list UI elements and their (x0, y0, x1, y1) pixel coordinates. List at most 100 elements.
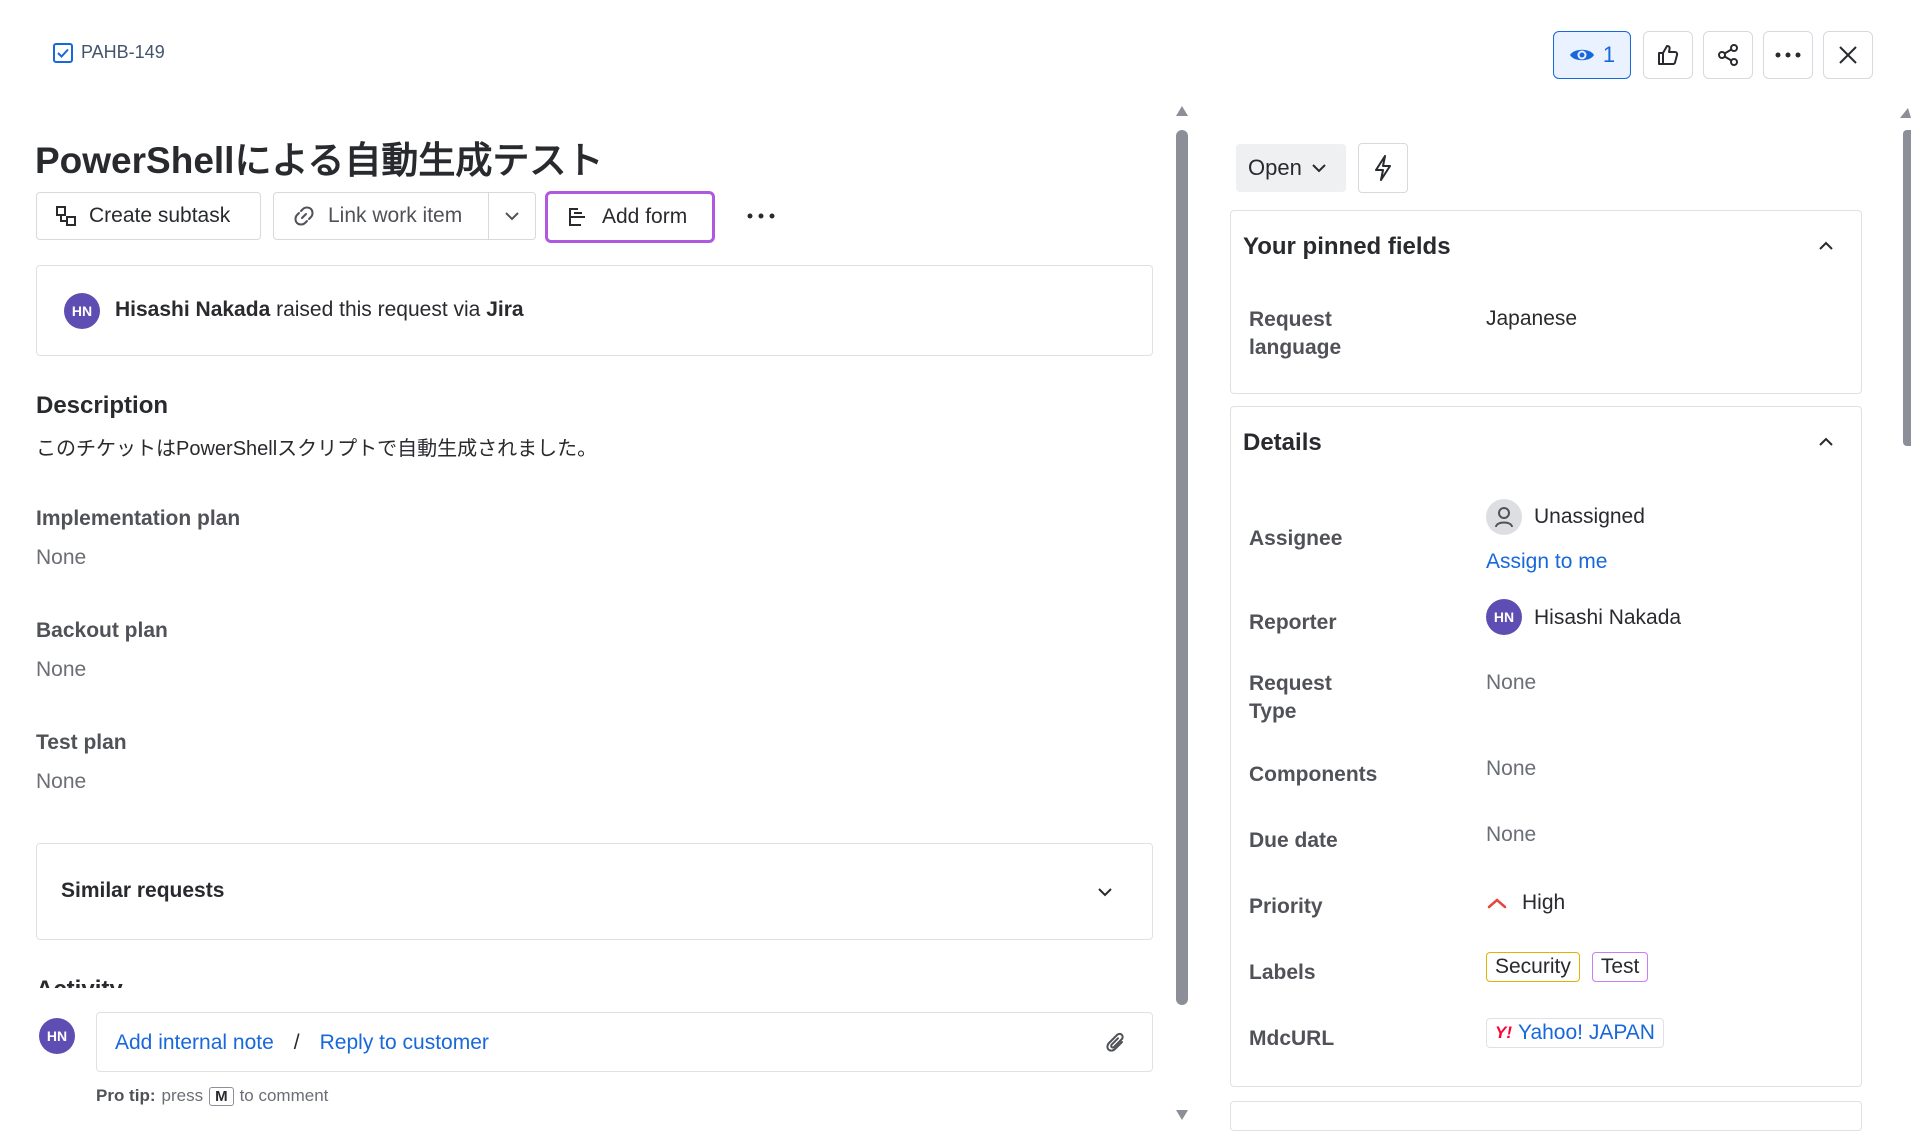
request-type-label: Request Type (1249, 670, 1332, 726)
raised-by-user[interactable]: Hisashi Nakada (115, 298, 270, 321)
mdcurl-value: Yahoo! JAPAN (1518, 1021, 1655, 1044)
due-date-value[interactable]: None (1486, 823, 1536, 847)
description-heading: Description (36, 392, 169, 419)
status-dropdown[interactable]: Open (1236, 144, 1346, 192)
request-origin-text: Hisashi Nakada raised this request via J… (115, 298, 524, 322)
priority-label: Priority (1249, 895, 1323, 918)
request-language-label: Request language (1249, 306, 1341, 362)
chevron-up-icon[interactable] (1818, 437, 1834, 447)
chevron-down-icon (1312, 163, 1326, 172)
request-type-label-line1: Request (1249, 672, 1332, 695)
request-origin-card: HN Hisashi Nakada raised this request vi… (36, 265, 1153, 356)
assignee-label: Assignee (1249, 527, 1343, 550)
raised-channel: Jira (486, 298, 524, 321)
add-form-label: Add form (602, 205, 688, 228)
activity-heading: Activity (36, 976, 123, 988)
like-button[interactable] (1643, 31, 1693, 79)
labels-field[interactable]: Security Test (1486, 952, 1649, 982)
more-actions-button[interactable] (1763, 31, 1813, 79)
comment-separator: / (293, 1031, 300, 1054)
comment-composer[interactable]: Add internal note / Reply to customer (96, 1012, 1153, 1072)
add-form-button[interactable]: Add form (545, 191, 715, 243)
label-tag[interactable]: Test (1591, 952, 1649, 982)
pro-tip-rest: to comment (239, 1086, 329, 1105)
comment-options: Add internal note / Reply to customer (115, 1031, 489, 1055)
main-scrollbar-thumb[interactable] (1176, 130, 1188, 1005)
yahoo-logo-icon: Y! (1495, 1023, 1512, 1042)
close-icon (1839, 46, 1857, 64)
avatar[interactable]: HN (64, 293, 100, 329)
due-date-label: Due date (1249, 829, 1338, 852)
backout-plan-value[interactable]: None (36, 658, 86, 682)
details-heading[interactable]: Details (1243, 429, 1322, 457)
more-icon (747, 213, 775, 219)
test-plan-value[interactable]: None (36, 770, 86, 794)
link-work-item-dropdown[interactable] (488, 192, 536, 240)
reply-to-customer-link[interactable]: Reply to customer (320, 1031, 489, 1055)
similar-requests-panel[interactable]: Similar requests (36, 843, 1153, 940)
pro-tip-bold: Pro tip: (96, 1086, 156, 1105)
attachment-icon[interactable] (1105, 1031, 1127, 1055)
issue-title[interactable]: PowerShellによる自動生成テスト (35, 130, 603, 184)
link-icon (294, 206, 314, 226)
request-language-label-line1: Request (1249, 308, 1332, 331)
similar-requests-label: Similar requests (61, 879, 225, 902)
automation-button[interactable] (1358, 143, 1408, 193)
implementation-plan-label: Implementation plan (36, 507, 241, 530)
implementation-plan-value[interactable]: None (36, 546, 86, 570)
ticket-key-link[interactable]: PAHB-149 (53, 42, 165, 63)
pro-tip-press: press (161, 1086, 204, 1105)
create-subtask-label: Create subtask (89, 204, 231, 227)
reporter-value[interactable]: Hisashi Nakada (1534, 604, 1681, 632)
components-value[interactable]: None (1486, 757, 1536, 781)
request-language-value[interactable]: Japanese (1486, 305, 1577, 333)
priority-value: High (1522, 891, 1566, 914)
eye-icon (1569, 49, 1594, 61)
lightning-icon (1375, 155, 1391, 181)
scroll-down-arrow-icon[interactable] (1176, 1110, 1188, 1120)
task-checkbox-icon (53, 42, 73, 63)
scroll-up-arrow-icon[interactable] (1900, 108, 1911, 118)
close-button[interactable] (1823, 31, 1873, 79)
request-type-label-line2: Type (1249, 700, 1297, 723)
avatar[interactable]: HN (39, 1018, 75, 1054)
chevron-down-icon (1098, 888, 1112, 897)
link-work-item-label: Link work item (328, 204, 463, 227)
link-work-item-button[interactable]: Link work item (273, 192, 489, 240)
form-icon (569, 208, 585, 226)
label-tag[interactable]: Security (1486, 952, 1580, 982)
create-subtask-button[interactable]: Create subtask (36, 192, 261, 240)
test-plan-label: Test plan (36, 731, 127, 754)
description-text[interactable]: このチケットはPowerShellスクリプトで自動生成されました。 (36, 432, 597, 461)
pro-tip: Pro tip: press M to comment (96, 1086, 328, 1106)
thumbs-up-icon (1658, 45, 1679, 65)
more-actions-inline-button[interactable] (746, 206, 776, 226)
components-label: Components (1249, 763, 1378, 786)
pinned-fields-heading[interactable]: Your pinned fields (1243, 233, 1451, 261)
watch-button[interactable]: 1 (1553, 31, 1631, 79)
chevron-down-icon (505, 212, 519, 221)
avatar: HN (1486, 599, 1522, 635)
raised-middle-text: raised this request via (270, 298, 487, 321)
assign-to-me-link[interactable]: Assign to me (1486, 548, 1607, 576)
subtask-icon (56, 206, 76, 226)
backout-plan-label: Backout plan (36, 619, 168, 642)
details-panel: Details Assignee Unassigned Assign to me… (1230, 406, 1862, 1087)
unassigned-avatar-icon (1486, 499, 1522, 535)
share-button[interactable] (1703, 31, 1753, 79)
priority-high-icon (1487, 898, 1507, 909)
add-internal-note-link[interactable]: Add internal note (115, 1031, 274, 1055)
assignee-value[interactable]: Unassigned (1534, 503, 1645, 531)
side-scrollbar-thumb[interactable] (1903, 130, 1911, 446)
status-label: Open (1248, 155, 1302, 180)
priority-field[interactable]: High (1486, 889, 1565, 917)
activity-heading-clip: Activity (36, 970, 1153, 988)
scroll-up-arrow-icon[interactable] (1176, 106, 1188, 116)
next-panel (1230, 1101, 1862, 1131)
mdcurl-link[interactable]: Y! Yahoo! JAPAN (1486, 1018, 1664, 1048)
watch-count: 1 (1602, 42, 1616, 67)
request-type-value[interactable]: None (1486, 671, 1536, 695)
chevron-up-icon[interactable] (1818, 241, 1834, 251)
request-language-label-line2: language (1249, 336, 1342, 359)
ticket-key: PAHB-149 (81, 42, 165, 62)
